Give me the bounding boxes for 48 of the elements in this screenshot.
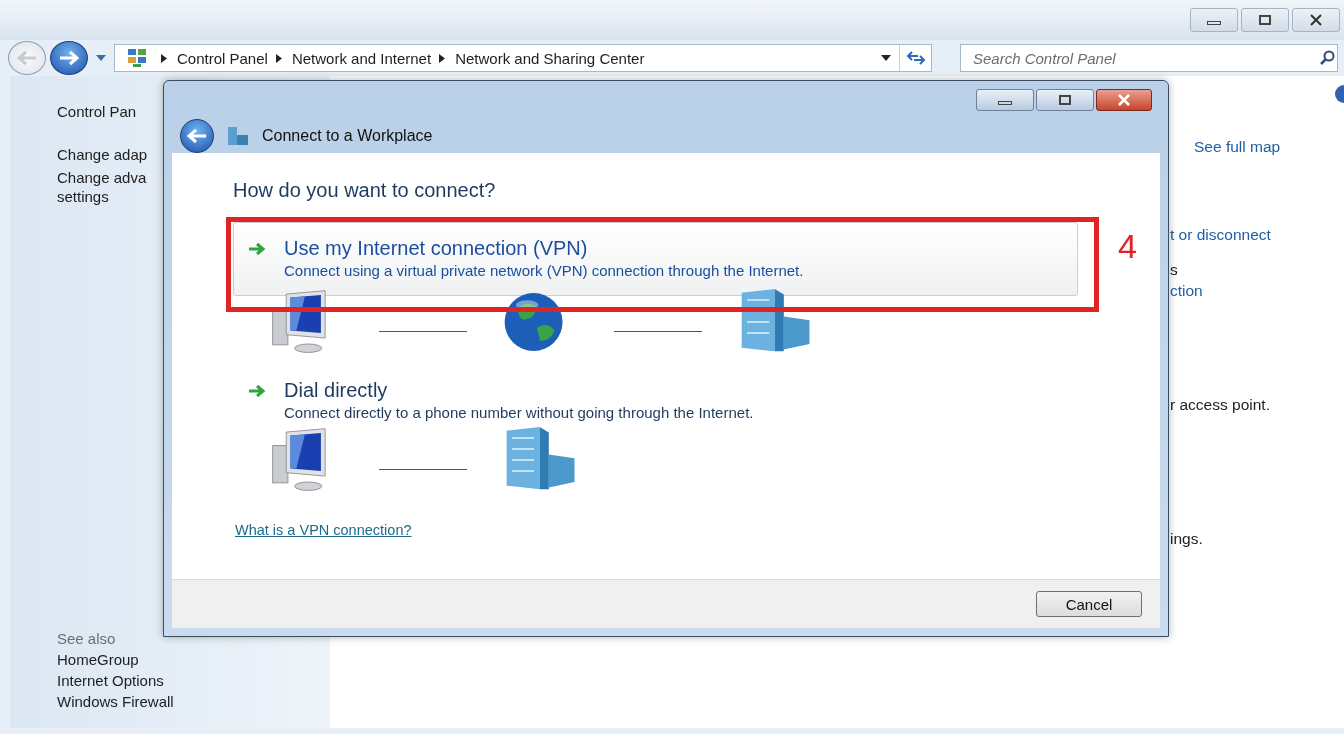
see-also-link[interactable]: Windows Firewall	[57, 693, 330, 710]
forward-button[interactable]	[50, 41, 88, 75]
body-text: r access point.	[1170, 396, 1271, 414]
link-text[interactable]: ction	[1170, 282, 1281, 300]
maximize-button[interactable]	[1241, 8, 1289, 32]
computer-icon	[271, 427, 329, 493]
body-text: s	[1170, 264, 1179, 276]
dropdown-caret-icon[interactable]	[881, 55, 891, 61]
close-icon	[1117, 94, 1131, 106]
control-panel-icon	[127, 48, 147, 68]
annotation-number: 4	[1118, 229, 1137, 263]
breadcrumb[interactable]: Network and Internet	[291, 49, 432, 67]
link-text[interactable]: t or disconnect	[1170, 226, 1281, 244]
back-arrow-icon	[16, 50, 38, 66]
see-also-link[interactable]: HomeGroup	[57, 651, 330, 668]
back-arrow-icon	[186, 128, 208, 144]
minimize-button[interactable]	[976, 89, 1034, 111]
breadcrumb[interactable]: Network and Sharing Center	[455, 49, 645, 67]
dialog-heading: How do you want to connect?	[233, 179, 496, 202]
cancel-button[interactable]: Cancel	[1036, 591, 1142, 617]
close-button[interactable]	[1096, 89, 1152, 111]
address-bar[interactable]: Control Panel Network and Internet Network and Sharing Center	[114, 44, 932, 72]
see-also-heading: See also	[57, 630, 117, 647]
forward-arrow-icon	[58, 50, 80, 66]
maximize-button[interactable]	[1036, 89, 1094, 111]
help-link[interactable]: What is a VPN connection?	[235, 522, 412, 538]
chevron-icon[interactable]	[439, 53, 446, 63]
close-button[interactable]	[1292, 8, 1340, 32]
option-button[interactable]: Use my Internet connection (VPN) Connect using a virtual private network (VPN) connection through the Internet.	[233, 222, 1078, 296]
body-text: ings.	[1170, 530, 1204, 548]
link-text[interactable]: See full map	[1194, 138, 1281, 156]
dialog-title: Connect to a Workplace	[262, 127, 433, 145]
back-button[interactable]	[180, 119, 214, 153]
arrow-icon	[248, 242, 266, 256]
chevron-icon[interactable]	[161, 53, 167, 63]
search-field[interactable]: Search Control Panel	[960, 44, 1338, 72]
building-icon	[226, 125, 250, 147]
arrow-icon	[248, 384, 266, 398]
option-button[interactable]: Dial directly Connect directly to a phone number without going through the Internet.	[233, 364, 1078, 438]
close-icon	[1309, 14, 1323, 26]
chevron-icon[interactable]	[275, 53, 282, 63]
minimize-button[interactable]	[1190, 8, 1238, 32]
see-also-link[interactable]: Internet Options	[57, 672, 330, 689]
search-icon[interactable]	[1319, 50, 1335, 66]
help-icon[interactable]	[1334, 84, 1344, 104]
refresh-icon	[905, 51, 926, 65]
breadcrumb[interactable]: Control Panel	[177, 49, 268, 67]
computer-icon	[271, 289, 329, 355]
